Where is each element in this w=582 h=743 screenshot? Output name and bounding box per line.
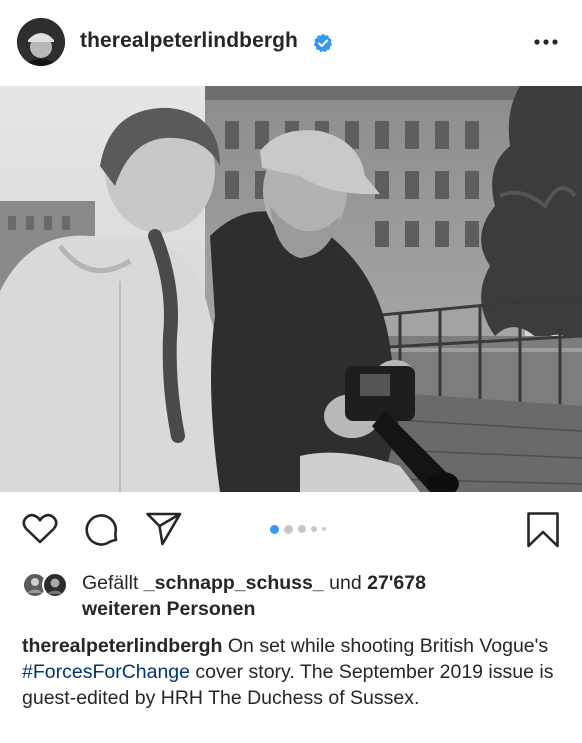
post-username[interactable]: therealpeterlindbergh — [80, 29, 298, 53]
carousel-dot — [284, 524, 293, 534]
send-icon[interactable] — [145, 511, 183, 547]
carousel-dot — [298, 525, 306, 533]
caption-username[interactable]: therealpeterlindbergh — [22, 635, 222, 657]
likes-count[interactable]: 27'678 — [367, 572, 426, 594]
carousel-dot — [322, 527, 326, 531]
caption-text-before: On set while shooting British Vogue's — [227, 635, 549, 657]
carousel-dot — [270, 524, 279, 534]
likes-text: Gefällt _schnapp_schuss_ und 27'678 — [82, 570, 426, 596]
likes-prefix: Gefällt — [82, 572, 139, 594]
verified-badge-icon — [313, 33, 333, 53]
profile-avatar[interactable] — [17, 18, 65, 66]
likes-others[interactable]: weiteren Personen — [82, 596, 255, 622]
comment-icon[interactable] — [84, 512, 120, 548]
more-horizontal-icon[interactable] — [532, 30, 560, 54]
post-caption: therealpeterlindbergh On set while shoot… — [22, 633, 562, 711]
caption-hashtag[interactable]: #ForcesForChange — [22, 661, 190, 683]
heart-icon[interactable] — [22, 513, 58, 545]
carousel-indicator — [270, 524, 326, 534]
liker-avatars[interactable] — [22, 572, 74, 598]
post-photo[interactable] — [0, 86, 582, 492]
carousel-dot — [311, 526, 317, 532]
post-header: therealpeterlindbergh — [0, 0, 582, 86]
liker-username[interactable]: _schnapp_schuss_ — [144, 572, 324, 594]
likes-conjunction: und — [329, 572, 362, 594]
bookmark-icon[interactable] — [526, 511, 560, 549]
